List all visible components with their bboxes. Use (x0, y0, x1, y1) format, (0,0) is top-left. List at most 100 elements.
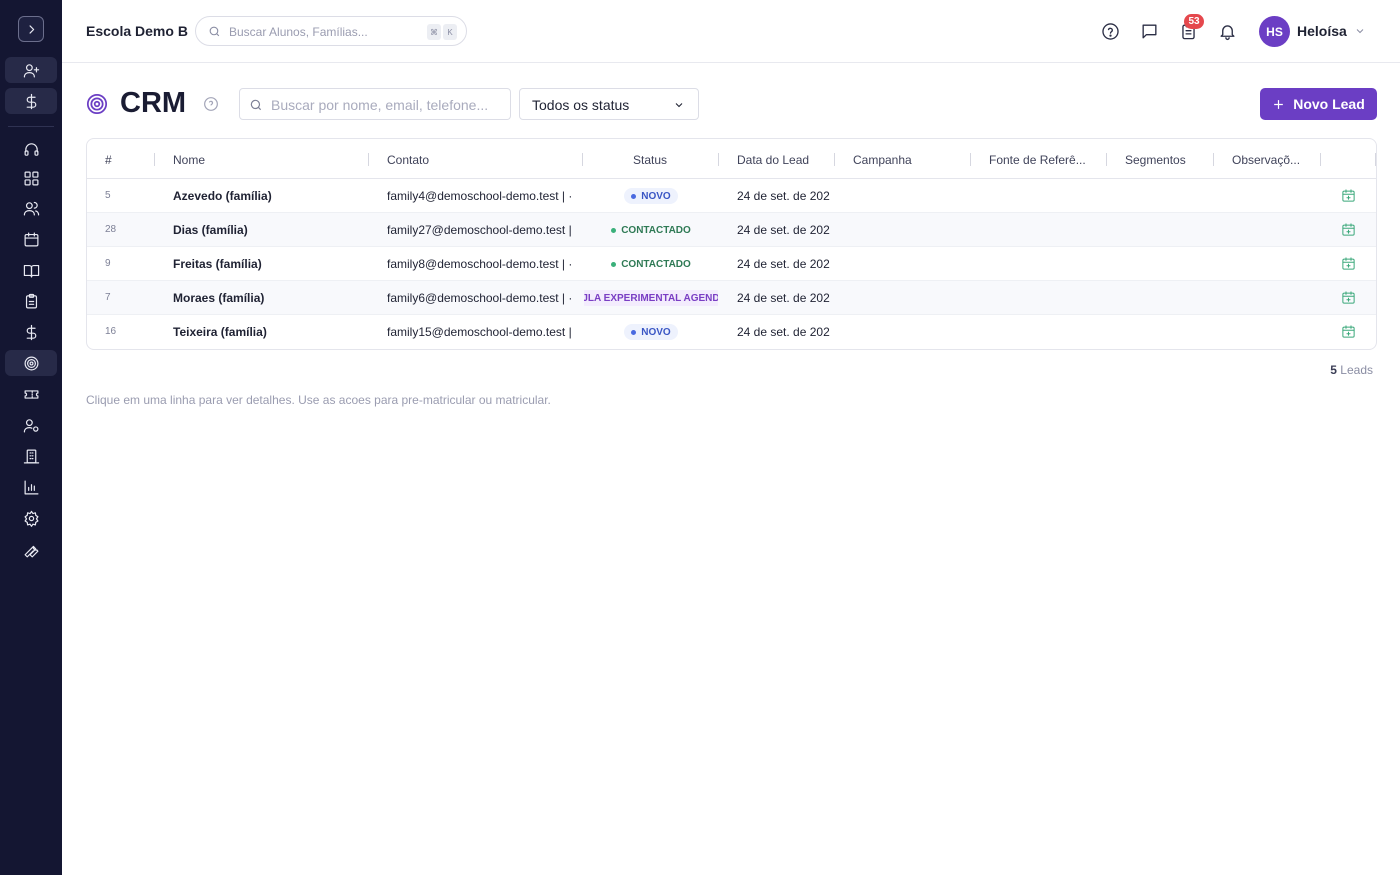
table-row[interactable]: 16 Teixeira (família) family15@demoschoo… (87, 315, 1376, 349)
schedule-visit-button[interactable] (1341, 290, 1357, 306)
calendar-icon (24, 232, 38, 246)
sidebar-item-user-settings[interactable] (5, 412, 57, 438)
calendar-plus-icon (1342, 223, 1355, 236)
sidebar-item-tools[interactable] (5, 537, 57, 563)
target-icon (24, 356, 38, 370)
help-button[interactable] (1099, 20, 1121, 42)
column-resize-handle[interactable] (1106, 153, 1107, 166)
lead-date: 24 de set. de 202 (737, 257, 830, 271)
column-resize-handle[interactable] (970, 153, 971, 166)
lead-count: 5 Leads (1300, 363, 1373, 377)
table-row[interactable]: 9 Freitas (família) family8@demoschool-d… (87, 247, 1376, 281)
message-square-icon (1141, 23, 1157, 39)
sidebar-item-tickets[interactable] (5, 381, 57, 407)
sidebar-item-buildings[interactable] (5, 443, 57, 469)
avatar[interactable]: HS (1259, 16, 1290, 47)
user-name[interactable]: Heloísa (1297, 23, 1347, 39)
lead-date: 24 de set. de 202 (737, 223, 830, 237)
wrench-icon (24, 545, 38, 557)
school-name[interactable]: Escola Demo B (86, 23, 188, 39)
column-resize-handle[interactable] (1375, 153, 1376, 166)
column-header-date[interactable]: Data do Lead (737, 153, 809, 167)
status-label: NOVO (641, 326, 671, 338)
column-header-name[interactable]: Nome (173, 153, 205, 167)
status-cell: CONTACTADO (584, 222, 718, 238)
sidebar-item-finance-quick[interactable] (5, 88, 57, 114)
sidebar (0, 0, 62, 875)
column-header-campaign[interactable]: Campanha (853, 153, 912, 167)
sidebar-item-crm[interactable] (5, 350, 57, 376)
schedule-visit-button[interactable] (1341, 256, 1357, 272)
schedule-visit-button[interactable] (1341, 188, 1357, 204)
status-dot (611, 227, 617, 233)
status-label: JLA EXPERIMENTAL AGEND (584, 292, 718, 304)
column-resize-handle[interactable] (834, 153, 835, 166)
column-resize-handle[interactable] (582, 153, 583, 166)
lead-contact: family15@demoschool-demo.test | (387, 325, 572, 339)
chevron-down-icon[interactable] (1354, 25, 1366, 37)
grid-icon (24, 171, 38, 185)
messages-button[interactable] (1138, 20, 1160, 42)
sidebar-item-library[interactable] (5, 257, 57, 283)
column-resize-handle[interactable] (1320, 153, 1321, 166)
lead-date: 24 de set. de 202 (737, 291, 830, 305)
lead-name: Freitas (família) (173, 257, 262, 271)
status-cell: JLA EXPERIMENTAL AGEND (584, 290, 718, 306)
user-plus-icon (23, 63, 39, 77)
ticket-icon (24, 389, 38, 399)
table-row[interactable]: 7 Moraes (família) family6@demoschool-de… (87, 281, 1376, 315)
column-header-segments[interactable]: Segmentos (1125, 153, 1186, 167)
column-header-status[interactable]: Status (633, 153, 667, 167)
help-circle-icon[interactable] (203, 96, 219, 112)
schedule-visit-button[interactable] (1341, 222, 1357, 238)
lead-contact: family27@demoschool-demo.test | (387, 223, 572, 237)
lead-count-number: 5 (1330, 363, 1337, 377)
sidebar-item-finance[interactable] (5, 319, 57, 345)
column-header-id[interactable]: # (105, 153, 112, 167)
table-row[interactable]: 5 Azevedo (família) family4@demoschool-d… (87, 179, 1376, 213)
new-lead-label: Novo Lead (1293, 96, 1365, 112)
status-filter-select[interactable]: Todos os status (519, 88, 699, 120)
table-hint: Clique em uma linha para ver detalhes. U… (86, 393, 551, 407)
shortcut-key-k: K (443, 24, 457, 40)
sidebar-expand-button[interactable] (18, 16, 44, 42)
column-header-contact[interactable]: Contato (387, 153, 429, 167)
sidebar-item-calendar[interactable] (5, 226, 57, 252)
sidebar-item-add-user[interactable] (5, 57, 57, 83)
search-icon (250, 99, 262, 111)
lead-id: 7 (105, 292, 111, 303)
column-resize-handle[interactable] (154, 153, 155, 166)
bar-chart-icon (24, 480, 38, 494)
notifications-button[interactable] (1216, 20, 1238, 42)
global-search-input[interactable] (229, 23, 419, 41)
schedule-visit-button[interactable] (1341, 324, 1357, 340)
table-row[interactable]: 28 Dias (família) family27@demoschool-de… (87, 213, 1376, 247)
new-lead-button[interactable]: Novo Lead (1260, 88, 1377, 120)
status-dot (631, 329, 637, 335)
column-resize-handle[interactable] (1213, 153, 1214, 166)
status-dot (631, 193, 637, 199)
status-cell: NOVO (584, 324, 718, 340)
sidebar-item-dashboard[interactable] (5, 165, 57, 191)
calendar-plus-icon (1342, 325, 1355, 338)
chevron-down-icon (675, 103, 683, 108)
lead-name: Azevedo (família) (173, 189, 272, 203)
sidebar-item-support[interactable] (5, 136, 57, 162)
sidebar-item-people[interactable] (5, 195, 57, 221)
calendar-plus-icon (1342, 189, 1355, 202)
lead-date: 24 de set. de 202 (737, 325, 830, 339)
dollar-icon (26, 93, 36, 109)
column-resize-handle[interactable] (368, 153, 369, 166)
column-header-notes[interactable]: Observaçõ... (1232, 153, 1307, 167)
tasks-badge: 53 (1184, 14, 1204, 29)
lead-date: 24 de set. de 202 (737, 189, 830, 203)
sidebar-item-settings[interactable] (5, 505, 57, 531)
sidebar-item-tasks[interactable] (5, 288, 57, 314)
column-resize-handle[interactable] (718, 153, 719, 166)
column-header-referral-source[interactable]: Fonte de Referê... (989, 153, 1090, 167)
global-search[interactable]: ⌘ K (195, 16, 467, 46)
building-icon (23, 449, 39, 463)
lead-search-input[interactable] (271, 95, 503, 114)
sidebar-item-reports[interactable] (5, 474, 57, 500)
lead-search[interactable] (239, 88, 511, 120)
